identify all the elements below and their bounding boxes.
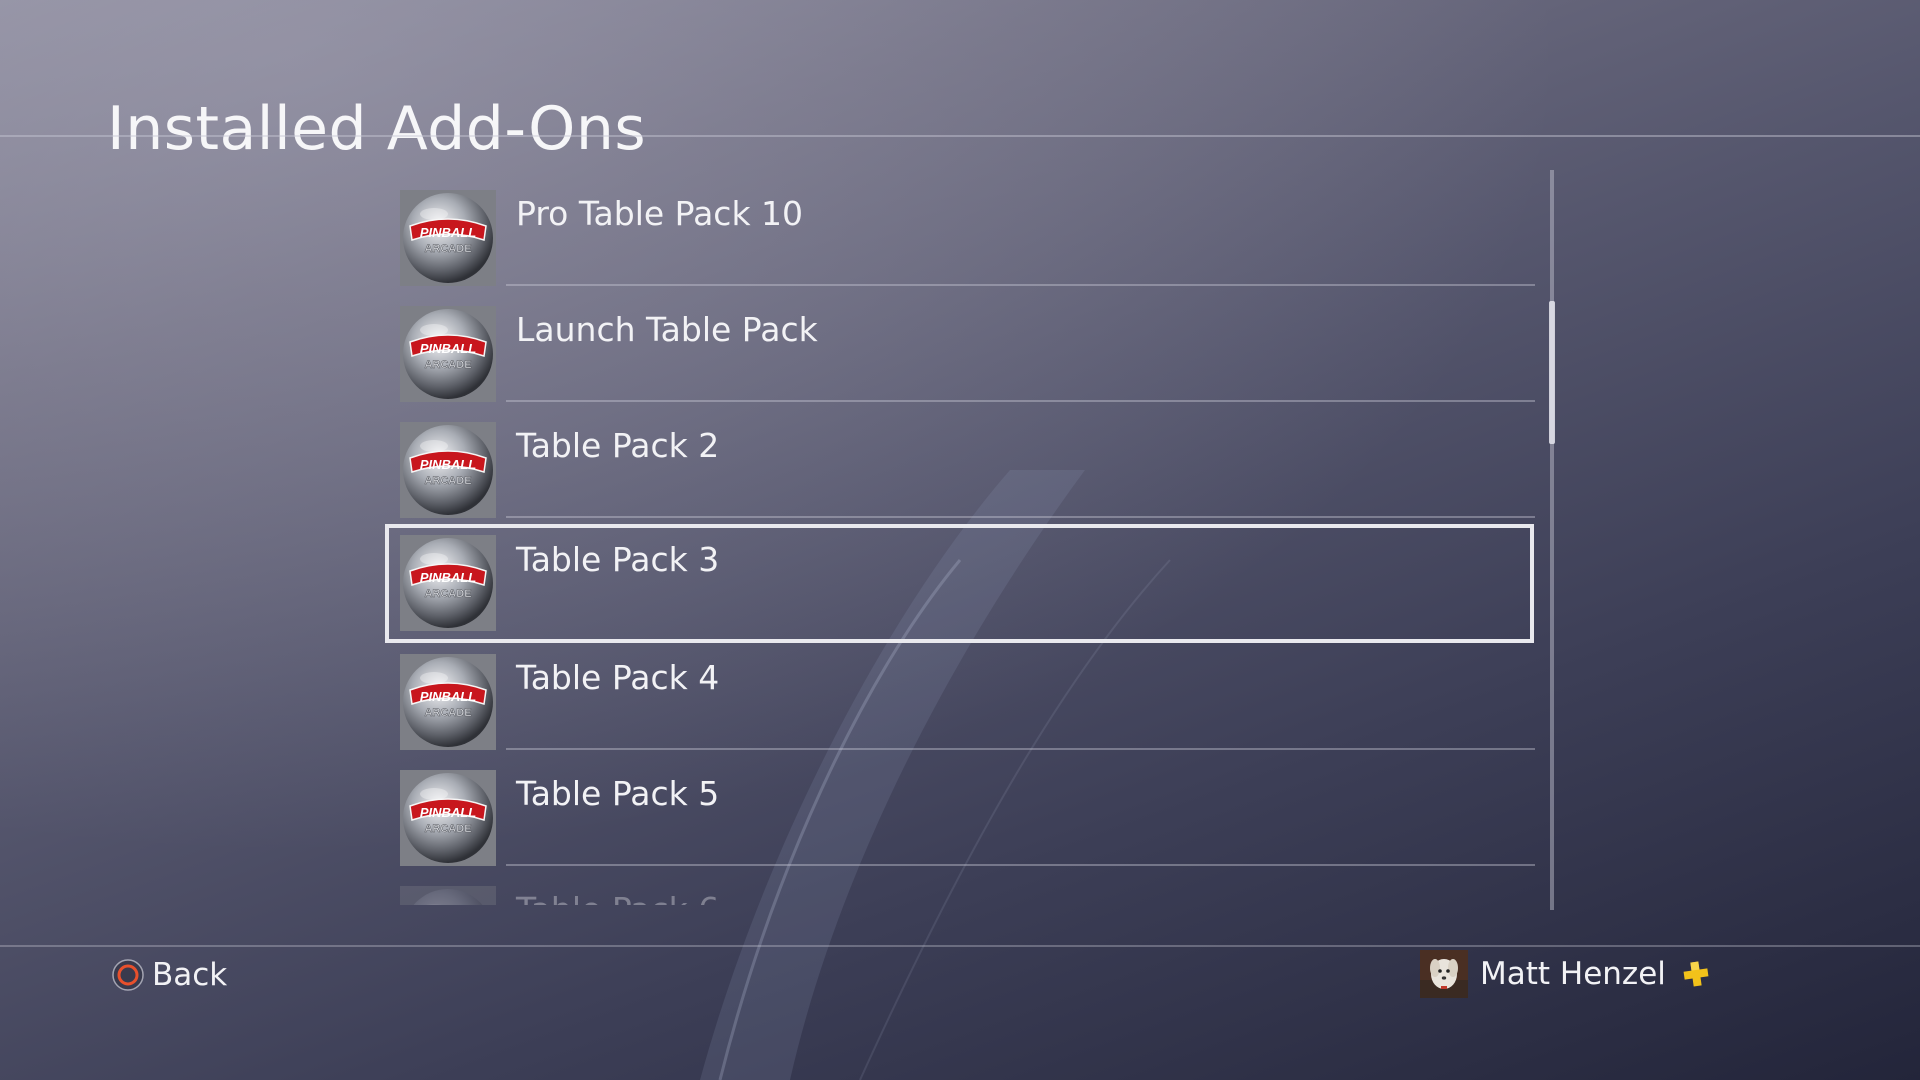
list-item[interactable]: PINBALLARCADE Table Pack 6 xyxy=(385,866,1535,905)
row-divider xyxy=(506,516,1535,518)
list-item[interactable]: PINBALL ARCADE Launch Table Pack xyxy=(385,286,1535,402)
addon-label: Table Pack 3 xyxy=(516,540,720,579)
list-item[interactable]: PINBALL ARCADE Pro Table Pack 10 xyxy=(385,170,1535,286)
svg-text:PINBALL: PINBALL xyxy=(420,225,476,240)
back-label: Back xyxy=(152,957,228,993)
pinball-logo-graphic: PINBALL ARCADE xyxy=(400,770,496,866)
pinball-logo-graphic: PINBALL ARCADE xyxy=(400,535,496,631)
svg-text:ARCADE: ARCADE xyxy=(424,588,471,600)
pinball-arcade-logo-icon: PINBALL ARCADE xyxy=(400,654,496,750)
pinball-arcade-logo-icon: PINBALL ARCADE xyxy=(400,190,496,286)
header-divider xyxy=(0,135,1920,137)
svg-text:PINBALL: PINBALL xyxy=(420,341,476,356)
pinball-logo-graphic: PINBALL ARCADE xyxy=(400,190,496,286)
pinball-logo-graphic: PINBALL ARCADE xyxy=(400,654,496,750)
addon-label: Table Pack 6 xyxy=(516,890,719,905)
svg-text:ARCADE: ARCADE xyxy=(424,823,471,835)
svg-text:PINBALL: PINBALL xyxy=(420,805,476,820)
pinball-arcade-logo-icon: PINBALL ARCADE xyxy=(400,422,496,518)
pinball-arcade-logo-icon: PINBALLARCADE xyxy=(400,886,496,905)
svg-text:ARCADE: ARCADE xyxy=(424,707,471,719)
scrollbar-track[interactable] xyxy=(1550,170,1554,910)
addon-label: Launch Table Pack xyxy=(516,310,818,349)
svg-text:ARCADE: ARCADE xyxy=(424,475,471,487)
addon-label: Table Pack 4 xyxy=(516,658,720,697)
pinball-logo-graphic: PINBALL ARCADE xyxy=(400,306,496,402)
playstation-plus-icon xyxy=(1683,961,1709,987)
footer-divider xyxy=(0,945,1920,947)
user-profile: Matt Henzel xyxy=(1420,950,1710,998)
pinball-arcade-logo-icon: PINBALL ARCADE xyxy=(400,535,496,631)
list-item[interactable]: PINBALL ARCADE Table Pack 5 xyxy=(385,750,1535,866)
pinball-arcade-logo-icon: PINBALL ARCADE xyxy=(400,770,496,866)
svg-text:PINBALL: PINBALL xyxy=(420,457,476,472)
scrollbar-thumb[interactable] xyxy=(1549,301,1555,445)
circle-button-icon xyxy=(112,959,144,991)
pinball-logo-graphic: PINBALL ARCADE xyxy=(400,422,496,518)
svg-text:ARCADE: ARCADE xyxy=(424,359,471,371)
addon-label: Table Pack 5 xyxy=(516,774,720,813)
list-item[interactable]: PINBALL ARCADE Table Pack 4 xyxy=(385,634,1535,750)
list-item[interactable]: PINBALL ARCADE Table Pack 2 xyxy=(385,402,1535,518)
user-name: Matt Henzel xyxy=(1480,956,1666,992)
svg-text:ARCADE: ARCADE xyxy=(424,243,471,255)
back-button[interactable]: Back xyxy=(112,955,227,995)
addon-label: Pro Table Pack 10 xyxy=(516,194,804,233)
pinball-logo-graphic: PINBALLARCADE xyxy=(400,886,496,905)
svg-text:PINBALL: PINBALL xyxy=(420,689,476,704)
pinball-arcade-logo-icon: PINBALL ARCADE xyxy=(400,306,496,402)
svg-text:PINBALL: PINBALL xyxy=(420,570,476,585)
avatar xyxy=(1420,950,1468,998)
page-title: Installed Add-Ons xyxy=(107,94,647,165)
list-item-selected[interactable]: PINBALL ARCADE Table Pack 3 xyxy=(385,524,1535,643)
addon-list[interactable]: PINBALL ARCADE Pro Table Pack 10 PINBALL A… xyxy=(385,170,1535,905)
addon-label: Table Pack 2 xyxy=(516,426,720,465)
